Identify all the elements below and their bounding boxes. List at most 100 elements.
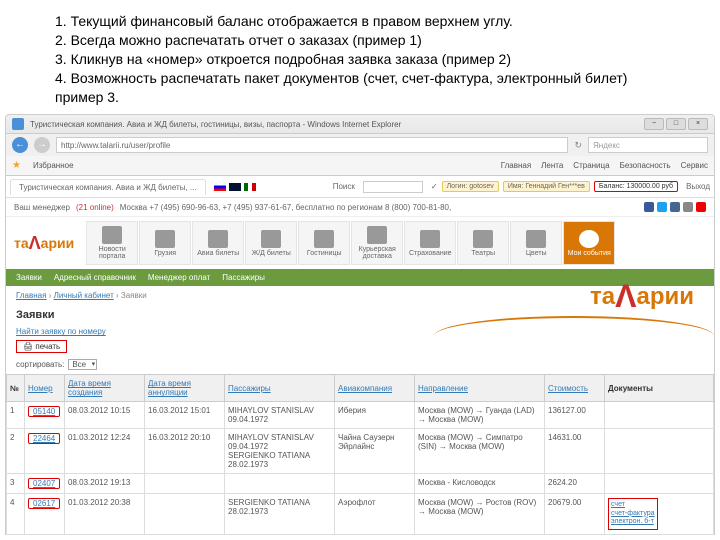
th-airline[interactable]: Авиакомпания xyxy=(335,375,415,402)
name-badge: Имя: Геннадий Ген***ев xyxy=(503,181,590,192)
flag-ru[interactable] xyxy=(214,183,226,191)
minimize-button[interactable]: − xyxy=(644,118,664,130)
cell-created: 08.03.2012 10:15 xyxy=(65,402,145,429)
maximize-button[interactable]: □ xyxy=(666,118,686,130)
exit-link[interactable]: Выход xyxy=(686,182,710,191)
fav-item[interactable]: Лента xyxy=(541,161,563,170)
fav-item[interactable]: Главная xyxy=(501,161,531,170)
cell-created: 08.03.2012 19:13 xyxy=(65,474,145,494)
th-created[interactable]: Дата время создания xyxy=(65,375,145,402)
forward-button[interactable]: → xyxy=(34,137,50,153)
login-badge: Логин: gotosev xyxy=(442,181,499,192)
logo-nav-row: таΛарии Новости портала Грузия Авиа биле… xyxy=(6,217,714,269)
cell-airline: Иберия xyxy=(335,402,415,429)
th-cost[interactable]: Стоимость xyxy=(545,375,605,402)
nav-train[interactable]: Ж/Д билеты xyxy=(245,221,297,265)
instruction-block: 1. Текущий финансовый баланс отображаетс… xyxy=(0,0,720,114)
cell-cancelled: 16.03.2012 15:01 xyxy=(145,402,225,429)
t-icon xyxy=(579,230,599,248)
docs-link[interactable]: счетсчет-фактураэлектрон. б-т xyxy=(608,498,658,529)
green-nav-payments[interactable]: Менеджер оплат xyxy=(148,273,210,282)
cell-created: 01.03.2012 20:38 xyxy=(65,494,145,534)
table-row: 30240708.03.2012 19:13Москва - Кисловодс… xyxy=(7,474,714,494)
nav-avia[interactable]: Авиа билеты xyxy=(192,221,244,265)
window-title: Туристическая компания. Авиа и ЖД билеты… xyxy=(30,120,638,129)
browser-search[interactable]: Яндекс xyxy=(588,137,708,153)
social-vk-icon[interactable] xyxy=(670,202,680,212)
fav-item[interactable]: Страница xyxy=(573,161,609,170)
nav-theatre[interactable]: Театры xyxy=(457,221,509,265)
back-button[interactable]: ← xyxy=(12,137,28,153)
cell-docs xyxy=(605,429,714,474)
star-icon[interactable]: ★ xyxy=(12,160,21,171)
sort-label: сортировать: xyxy=(16,360,64,369)
favorites-bar: ★ Избранное Главная Лента Страница Безоп… xyxy=(5,156,715,176)
sort-select[interactable]: Все xyxy=(68,359,97,370)
order-link[interactable]: 22464 xyxy=(28,433,60,444)
flower-icon xyxy=(526,230,546,248)
car-icon xyxy=(367,226,387,244)
social-fb-icon[interactable] xyxy=(644,202,654,212)
page-tab[interactable]: Туристическая компания. Авиа и ЖД билеты… xyxy=(10,179,206,195)
instruction-line: 3. Кликнув на «номер» откроется подробна… xyxy=(55,50,665,69)
flag-en[interactable] xyxy=(229,183,241,191)
nav-insurance[interactable]: Страхование xyxy=(404,221,456,265)
cell-passengers: MIHAYLOV STANISLAV 09.04.1972 SERGIENKO … xyxy=(225,429,335,474)
social-tw-icon[interactable] xyxy=(657,202,667,212)
cell-num: 2 xyxy=(7,429,25,474)
lang-flags xyxy=(214,183,256,191)
search-label: Поиск xyxy=(333,182,355,191)
th-num: № xyxy=(7,375,25,402)
nav-georgia[interactable]: Грузия xyxy=(139,221,191,265)
social-mail-icon[interactable] xyxy=(683,202,693,212)
breadcrumb-home[interactable]: Главная xyxy=(16,291,46,300)
green-nav-address[interactable]: Адресный справочник xyxy=(54,273,136,282)
news-icon xyxy=(102,226,122,244)
order-link[interactable]: 05140 xyxy=(28,406,60,417)
fav-item[interactable]: Безопасность xyxy=(620,161,671,170)
phones: Москва +7 (495) 690-96-63, +7 (495) 937-… xyxy=(120,203,451,212)
nav-news[interactable]: Новости портала xyxy=(86,221,138,265)
hotel-icon xyxy=(314,230,334,248)
train-icon xyxy=(261,230,281,248)
browser-icon xyxy=(12,118,24,130)
green-nav-passengers[interactable]: Пассажиры xyxy=(222,273,265,282)
cell-cost: 136127.00 xyxy=(545,402,605,429)
flag-it[interactable] xyxy=(244,183,256,191)
instruction-line: 4. Возможность распечатать пакет докумен… xyxy=(55,69,665,107)
cell-airline: Аэрофлот xyxy=(335,494,415,534)
instruction-line: 1. Текущий финансовый баланс отображаетс… xyxy=(55,12,665,31)
close-button[interactable]: × xyxy=(688,118,708,130)
print-button[interactable]: 🖨 печать xyxy=(16,340,67,353)
cell-direction: Москва (MOW) → Ростов (ROV) → Москва (MO… xyxy=(415,494,545,534)
fav-item[interactable]: Сервис xyxy=(681,161,708,170)
th-cancelled[interactable]: Дата время аннуляции xyxy=(145,375,225,402)
nav-courier[interactable]: Курьерская доставка xyxy=(351,221,403,265)
social-rss-icon[interactable] xyxy=(696,202,706,212)
cell-direction: Москва (MOW) → Гуанда (LAD) → Москва (MO… xyxy=(415,402,545,429)
nav-flowers[interactable]: Цветы xyxy=(510,221,562,265)
contact-row: Ваш менеджер (21 online) Москва +7 (495)… xyxy=(6,198,714,217)
cell-num: 3 xyxy=(7,474,25,494)
th-direction[interactable]: Направление xyxy=(415,375,545,402)
th-order[interactable]: Номер xyxy=(25,375,65,402)
shield-icon xyxy=(420,230,440,248)
table-row: 22246401.03.2012 12:2416.03.2012 20:10MI… xyxy=(7,429,714,474)
url-input[interactable]: http://www.talarii.ru/user/profile xyxy=(56,137,568,153)
cell-num: 1 xyxy=(7,402,25,429)
nav-events[interactable]: Мои события xyxy=(563,221,615,265)
cell-docs: счетсчет-фактураэлектрон. б-т xyxy=(605,494,714,534)
th-docs: Документы xyxy=(605,375,714,402)
page-content: Туристическая компания. Авиа и ЖД билеты… xyxy=(5,176,715,534)
cell-cost: 20679.00 xyxy=(545,494,605,534)
order-link[interactable]: 02617 xyxy=(28,498,60,509)
favorites-label[interactable]: Избранное xyxy=(33,161,74,170)
breadcrumb-cabinet[interactable]: Личный кабинет xyxy=(54,291,114,300)
nav-hotel[interactable]: Гостиницы xyxy=(298,221,350,265)
brand-logo[interactable]: таΛарии xyxy=(14,233,74,254)
site-search-input[interactable] xyxy=(363,181,423,193)
order-link[interactable]: 02407 xyxy=(28,478,60,489)
cell-passengers xyxy=(225,474,335,494)
green-nav-orders[interactable]: Заявки xyxy=(16,273,42,282)
th-passengers[interactable]: Пассажиры xyxy=(225,375,335,402)
